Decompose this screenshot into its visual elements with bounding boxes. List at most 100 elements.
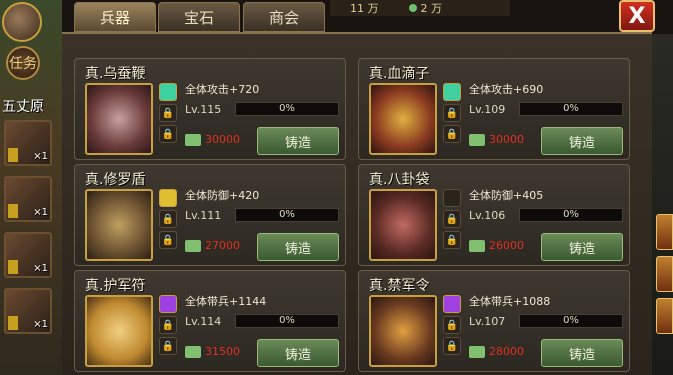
task-button[interactable]: 任务 [6, 46, 40, 80]
forge-progress: 0% [235, 102, 339, 116]
equipment-card: 真.修罗盾 🔒 🔒 全体防御+420 Lv.111 0% 27000 铸造 [74, 164, 346, 266]
forge-cost: 31500 [185, 345, 240, 358]
flag-icon [8, 316, 18, 330]
gem-icon[interactable] [443, 189, 461, 207]
gem-icon[interactable] [443, 295, 461, 313]
gem-slots: 🔒 🔒 [159, 295, 179, 358]
item-level: Lv.107 [469, 315, 506, 328]
item-stat: 全体防御+420 [185, 189, 260, 202]
lock-icon[interactable]: 🔒 [443, 337, 461, 355]
unit-slot[interactable]: ×1 [4, 120, 52, 166]
gem-icon[interactable] [159, 295, 177, 313]
equipment-card: 真.八卦袋 🔒 🔒 全体防御+405 Lv.106 0% 26000 铸造 [358, 164, 630, 266]
gem-icon[interactable] [443, 83, 461, 101]
item-portrait[interactable] [85, 83, 153, 155]
side-tab[interactable] [656, 256, 673, 292]
item-level: Lv.115 [185, 103, 222, 116]
money-icon [185, 239, 201, 252]
gold-amount: 2 万 [420, 2, 443, 15]
equipment-card: 真.禁军令 🔒 🔒 全体带兵+1088 Lv.107 0% 28000 铸造 [358, 270, 630, 372]
equipment-card: 真.护军符 🔒 🔒 全体带兵+1144 Lv.114 0% 31500 铸造 [74, 270, 346, 372]
gem-slots: 🔒 🔒 [443, 189, 463, 252]
cost-amount: 28000 [489, 345, 524, 358]
forge-progress: 0% [235, 314, 339, 328]
tab-weapons[interactable]: 兵器 [74, 2, 156, 32]
side-tab[interactable] [656, 298, 673, 334]
item-level: Lv.109 [469, 103, 506, 116]
cost-amount: 30000 [205, 133, 240, 146]
lock-icon[interactable]: 🔒 [443, 210, 461, 228]
gem-slots: 🔒 🔒 [159, 83, 179, 146]
unit-count: ×1 [33, 207, 48, 218]
item-name: 真.血滴子 [369, 66, 430, 82]
close-button[interactable]: X [619, 0, 655, 32]
item-portrait[interactable] [369, 83, 437, 155]
item-level: Lv.114 [185, 315, 222, 328]
lock-icon[interactable]: 🔒 [159, 104, 177, 122]
item-stat: 全体防御+405 [469, 189, 544, 202]
lock-icon[interactable]: 🔒 [159, 337, 177, 355]
money-icon [185, 345, 201, 358]
forge-cost: 28000 [469, 345, 524, 358]
hero-avatar[interactable] [2, 2, 42, 42]
cost-amount: 30000 [489, 133, 524, 146]
tab-gems[interactable]: 宝石 [158, 2, 240, 32]
item-name: 真.修罗盾 [85, 172, 146, 188]
forge-cost: 26000 [469, 239, 524, 252]
item-stat: 全体带兵+1144 [185, 295, 267, 308]
forge-button[interactable]: 铸造 [257, 233, 339, 261]
equipment-card: 真.血滴子 🔒 🔒 全体攻击+690 Lv.109 0% 30000 铸造 [358, 58, 630, 160]
item-name: 真.护军符 [85, 278, 146, 294]
lock-icon[interactable]: 🔒 [159, 316, 177, 334]
item-portrait[interactable] [369, 189, 437, 261]
item-level: Lv.106 [469, 209, 506, 222]
forge-progress: 0% [519, 208, 623, 222]
gem-icon[interactable] [159, 189, 177, 207]
gem-slots: 🔒 🔒 [159, 189, 179, 252]
gem-icon[interactable] [159, 83, 177, 101]
forge-progress: 0% [519, 314, 623, 328]
unit-slot[interactable]: ×1 [4, 232, 52, 278]
item-name: 真.乌蚕鞭 [85, 66, 146, 82]
lock-icon[interactable]: 🔒 [159, 231, 177, 249]
tab-guild[interactable]: 商会 [243, 2, 325, 32]
item-portrait[interactable] [85, 295, 153, 367]
item-portrait[interactable] [85, 189, 153, 261]
money-icon [185, 133, 201, 146]
forge-progress: 0% [519, 102, 623, 116]
forge-cost: 30000 [185, 133, 240, 146]
forge-button[interactable]: 铸造 [541, 233, 623, 261]
lock-icon[interactable]: 🔒 [159, 125, 177, 143]
lock-icon[interactable]: 🔒 [443, 125, 461, 143]
item-name: 真.八卦袋 [369, 172, 430, 188]
money-icon [469, 133, 485, 146]
item-portrait[interactable] [369, 295, 437, 367]
currency-bar: 11 万 2 万 [330, 0, 510, 16]
lock-icon[interactable]: 🔒 [443, 316, 461, 334]
lock-icon[interactable]: 🔒 [443, 231, 461, 249]
flag-icon [8, 204, 18, 218]
lock-icon[interactable]: 🔒 [443, 104, 461, 122]
lock-icon[interactable]: 🔒 [159, 210, 177, 228]
forge-button[interactable]: 铸造 [541, 127, 623, 155]
forge-cost: 27000 [185, 239, 240, 252]
unit-count: ×1 [33, 151, 48, 162]
forge-button[interactable]: 铸造 [257, 127, 339, 155]
forge-button[interactable]: 铸造 [257, 339, 339, 367]
item-stat: 全体攻击+720 [185, 83, 260, 96]
side-tab[interactable] [656, 214, 673, 250]
money-icon [408, 4, 417, 12]
unit-count: ×1 [33, 263, 48, 274]
item-level: Lv.111 [185, 209, 222, 222]
forge-button[interactable]: 铸造 [541, 339, 623, 367]
unit-slot[interactable]: ×1 [4, 176, 52, 222]
gem-slots: 🔒 🔒 [443, 295, 463, 358]
equipment-card: 真.乌蚕鞭 🔒 🔒 全体攻击+720 Lv.115 0% 30000 铸造 [74, 58, 346, 160]
cost-amount: 31500 [205, 345, 240, 358]
item-stat: 全体带兵+1088 [469, 295, 551, 308]
unit-slot[interactable]: ×1 [4, 288, 52, 334]
forge-cost: 30000 [469, 133, 524, 146]
flag-icon [8, 260, 18, 274]
forge-progress: 0% [235, 208, 339, 222]
place-label: 五丈原 [2, 99, 44, 115]
